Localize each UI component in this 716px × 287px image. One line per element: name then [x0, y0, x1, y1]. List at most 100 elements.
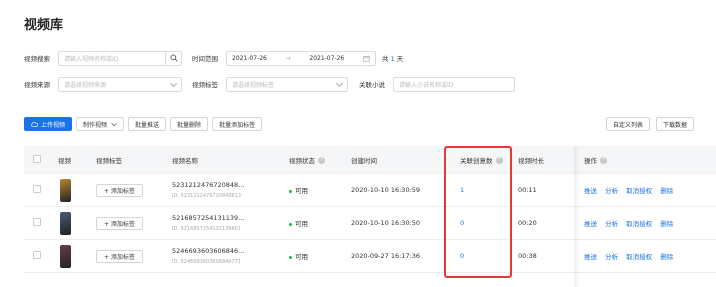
video-tag-label: 视频标签 — [192, 81, 218, 89]
status-dot — [289, 189, 292, 193]
video-table: 视频 视频标签 视频名称 视频状态? 创建时间 关联创意数? 视频时长 操作? … — [24, 146, 716, 273]
col-ops: 操作? — [574, 155, 694, 165]
video-name: 5216857254131139... — [172, 214, 245, 222]
range-arrow: → — [285, 54, 291, 62]
row-checkbox[interactable] — [33, 218, 41, 226]
filter-row-1: 视频搜索 请输入视频名称或ID 时间范围 2021-07-26 → 2021-0… — [24, 50, 403, 66]
video-cell — [52, 211, 90, 235]
toolbar-right: 自定义列表 下载数据 — [605, 117, 694, 131]
linked-novel-input[interactable]: 请输入小说名称或ID — [393, 76, 515, 92]
video-source-select[interactable]: 请选择视频来源 — [58, 76, 182, 92]
status-dot — [289, 222, 292, 226]
linked-novel-label: 关联小说 — [359, 81, 385, 89]
end-date: 2021-07-26 — [309, 54, 345, 62]
created-time: 2020-10-10 16:30:59 — [351, 186, 421, 194]
video-thumbnail[interactable] — [60, 178, 71, 202]
status-text: 可用 — [295, 187, 308, 195]
date-range-picker[interactable]: 2021-07-26 → 2021-07-26 — [226, 50, 376, 66]
col-name: 视频名称 — [172, 156, 198, 165]
col-created: 创建时间 — [351, 156, 377, 165]
status-cell: 可用 — [283, 251, 345, 261]
col-video: 视频 — [58, 156, 71, 165]
duration: 00:38 — [518, 252, 537, 260]
tag-cell: + 添加标签 — [90, 249, 166, 263]
push-link[interactable]: 推送 — [584, 187, 597, 195]
upload-video-button[interactable]: 上传视频 — [24, 117, 73, 131]
chevron-down-icon — [169, 79, 178, 87]
download-data-button[interactable]: 下载数据 — [655, 117, 694, 131]
table-header: 视频 视频标签 视频名称 视频状态? 创建时间 关联创意数? 视频时长 操作? — [24, 146, 716, 174]
video-thumbnail[interactable] — [60, 211, 71, 235]
start-date: 2021-07-26 — [232, 54, 267, 62]
video-id: ID: 5231212476720848813 — [172, 193, 242, 199]
tag-cell: + 添加标签 — [90, 183, 166, 197]
help-icon[interactable]: ? — [600, 157, 607, 164]
video-name: 5246693603606846... — [172, 247, 245, 255]
status-text: 可用 — [295, 220, 308, 228]
push-link[interactable]: 推送 — [584, 253, 597, 261]
status-cell: 可用 — [283, 185, 345, 195]
table-row: + 添加标签 5216857254131139... ID: 521685725… — [24, 207, 716, 240]
duration: 00:20 — [518, 219, 537, 227]
name-cell: 5231212476720848... ID: 5231212476720848… — [166, 181, 283, 199]
analyze-link[interactable]: 分析 — [605, 253, 618, 261]
ops-cell: 推送 分析 取消授权 删除 — [574, 251, 694, 261]
time-range-label: 时间范围 — [192, 55, 218, 63]
calendar-icon — [363, 55, 370, 62]
name-cell: 5246693603606846... ID: 5246693603606846… — [166, 247, 283, 265]
push-link[interactable]: 推送 — [584, 220, 597, 228]
filter-row-2: 视频来源 请选择视频来源 视频标签 请选择视频标签 关联小说 请输入小说名称或I… — [24, 76, 515, 92]
delete-link[interactable]: 删除 — [660, 187, 673, 195]
revoke-link[interactable]: 取消授权 — [626, 253, 652, 261]
video-search-label: 视频搜索 — [24, 55, 50, 63]
search-button[interactable] — [166, 50, 182, 66]
batch-delete-button[interactable]: 批量删除 — [170, 117, 209, 131]
status-dot — [289, 255, 292, 259]
video-cell — [52, 178, 90, 202]
duration: 00:11 — [518, 186, 537, 194]
created-time: 2020-10-10 16:30:50 — [351, 219, 421, 227]
delete-link[interactable]: 删除 — [660, 253, 673, 261]
row-checkbox[interactable] — [33, 251, 41, 259]
batch-push-button[interactable]: 批量推送 — [128, 117, 167, 131]
revoke-link[interactable]: 取消授权 — [626, 220, 652, 228]
ops-cell: 推送 分析 取消授权 删除 — [574, 218, 694, 228]
delete-link[interactable]: 删除 — [660, 220, 673, 228]
total-days: 共 1 天 — [382, 55, 404, 63]
page-title: 视频库 — [24, 18, 64, 33]
select-all-checkbox[interactable] — [33, 154, 41, 163]
name-cell: 5216857254131139... ID: 5216857254131139… — [166, 214, 283, 232]
row-checkbox[interactable] — [33, 185, 41, 193]
created-time: 2020-09-27 16:17:36 — [351, 252, 421, 260]
analyze-link[interactable]: 分析 — [605, 220, 618, 228]
video-thumbnail[interactable] — [60, 244, 71, 268]
table-row: + 添加标签 5231212476720848... ID: 523121247… — [24, 174, 716, 207]
chevron-down-icon — [335, 79, 344, 87]
upload-icon — [31, 122, 38, 127]
custom-columns-button[interactable]: 自定义列表 — [605, 117, 650, 131]
col-status: 视频状态? — [283, 155, 345, 165]
status-text: 可用 — [295, 253, 308, 261]
video-tag-select[interactable]: 请选择视频标签 — [226, 76, 348, 92]
status-cell: 可用 — [283, 218, 345, 228]
chevron-down-icon — [111, 122, 117, 126]
search-icon — [170, 54, 178, 62]
help-icon[interactable]: ? — [318, 157, 325, 164]
video-name: 5231212476720848... — [172, 181, 245, 189]
video-cell — [52, 244, 90, 268]
highlight-box — [444, 146, 512, 278]
make-video-button[interactable]: 制作视频 — [76, 117, 125, 131]
batch-add-tag-button[interactable]: 批量添加标签 — [212, 117, 263, 131]
add-tag-button[interactable]: + 添加标签 — [96, 216, 143, 230]
ops-cell: 推送 分析 取消授权 删除 — [574, 185, 694, 195]
video-id: ID: 5216857254131139861 — [172, 226, 242, 232]
table-row: + 添加标签 5246693603606846... ID: 524669360… — [24, 240, 716, 273]
video-search-input[interactable]: 请输入视频名称或ID — [58, 50, 166, 66]
add-tag-button[interactable]: + 添加标签 — [96, 249, 143, 263]
analyze-link[interactable]: 分析 — [605, 187, 618, 195]
revoke-link[interactable]: 取消授权 — [626, 187, 652, 195]
col-tag: 视频标签 — [96, 156, 122, 165]
video-id: ID: 5246693603606846771 — [172, 259, 242, 265]
add-tag-button[interactable]: + 添加标签 — [96, 183, 143, 197]
toolbar: 上传视频 制作视频 批量推送 批量删除 批量添加标签 — [24, 117, 263, 131]
